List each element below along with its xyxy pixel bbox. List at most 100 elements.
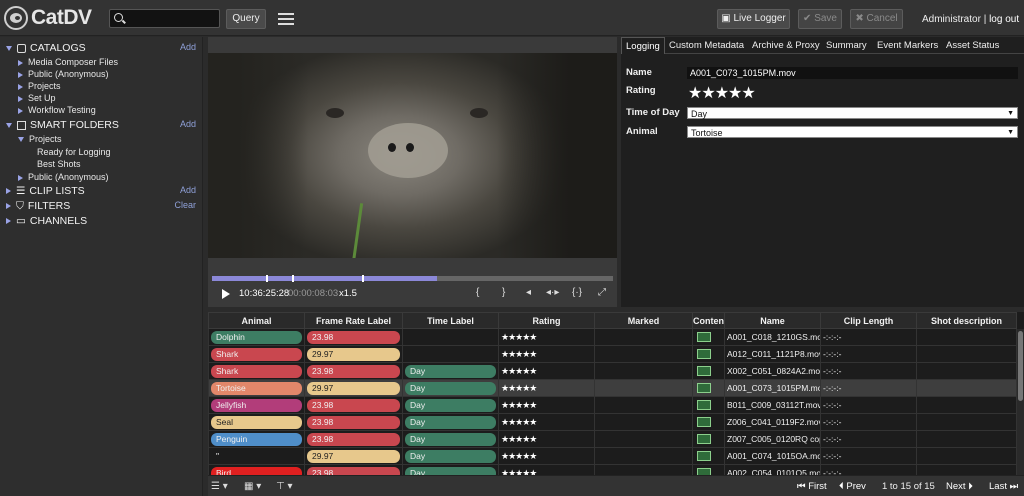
cell-rating[interactable]: ★★★★★ bbox=[498, 396, 595, 414]
cell-animal[interactable]: Seal bbox=[208, 413, 305, 431]
clip-lists-header[interactable]: ☰ CLIP LISTS bbox=[6, 185, 85, 198]
cell-animal[interactable]: Penguin bbox=[208, 430, 305, 448]
cancel-button[interactable]: ✖ Cancel bbox=[850, 9, 903, 29]
live-logger-button[interactable]: ▣ Live Logger bbox=[717, 9, 790, 29]
cell-marked[interactable] bbox=[594, 379, 693, 397]
grid-scrollbar[interactable] bbox=[1017, 329, 1024, 475]
cell-marked[interactable] bbox=[594, 328, 693, 346]
table-row[interactable]: Tortoise 29.97 Day ★★★★★ A001_C073_1015PM.mo… bbox=[208, 379, 1017, 397]
thumbnail-icon[interactable] bbox=[697, 434, 711, 445]
table-row[interactable]: Seal 23.98 Day ★★★★★ Z006_C041_0119F2.mov -:-… bbox=[208, 413, 1017, 431]
cell-frame-rate[interactable]: 29.97 bbox=[304, 447, 403, 465]
column-header-clip-length[interactable]: Clip Length bbox=[820, 312, 917, 329]
thumbnail-icon[interactable] bbox=[697, 383, 711, 394]
cell-marked[interactable] bbox=[594, 345, 693, 363]
tab-custom-metadata[interactable]: Custom Metadata bbox=[669, 40, 744, 51]
cell-shot-description[interactable] bbox=[916, 464, 1017, 475]
cell-frame-rate[interactable]: 23.98 bbox=[304, 396, 403, 414]
cell-animal[interactable]: Shark bbox=[208, 345, 305, 363]
cell-time-label[interactable] bbox=[402, 345, 499, 363]
cell-frame-rate[interactable]: 23.98 bbox=[304, 362, 403, 380]
sidebar-item-sf-public[interactable]: Public (Anonymous) bbox=[18, 171, 109, 184]
channels-header[interactable]: ▭ CHANNELS bbox=[6, 215, 87, 228]
thumbnail-icon[interactable] bbox=[697, 366, 711, 377]
cell-content[interactable] bbox=[692, 430, 725, 448]
column-header-time-label[interactable]: Time Label bbox=[402, 312, 499, 329]
search-input[interactable] bbox=[109, 9, 220, 28]
query-button[interactable]: Query bbox=[226, 9, 266, 29]
cell-content[interactable] bbox=[692, 328, 725, 346]
cell-frame-rate[interactable]: 29.97 bbox=[304, 345, 403, 363]
cell-time-label[interactable] bbox=[402, 328, 499, 346]
cell-name[interactable]: A001_C073_1015PM.mov bbox=[724, 379, 821, 397]
cell-name[interactable]: A001_C018_1210GS.mov bbox=[724, 328, 821, 346]
cell-time-label[interactable]: Day bbox=[402, 379, 499, 397]
hamburger-menu-icon[interactable] bbox=[278, 13, 294, 25]
cell-shot-description[interactable] bbox=[916, 430, 1017, 448]
cell-clip-length[interactable]: -:-:-:- bbox=[820, 379, 917, 397]
cell-rating[interactable]: ★★★★★ bbox=[498, 413, 595, 431]
cell-rating[interactable]: ★★★★★ bbox=[498, 379, 595, 397]
cell-marked[interactable] bbox=[594, 396, 693, 414]
playback-speed[interactable]: x1.5 bbox=[339, 288, 357, 299]
cell-marked[interactable] bbox=[594, 464, 693, 475]
sidebar-item-sf-projects[interactable]: Projects bbox=[18, 133, 62, 146]
cell-time-label[interactable]: Day bbox=[402, 396, 499, 414]
table-row[interactable]: Dolphin 23.98 ★★★★★ A001_C018_1210GS.mov -:-… bbox=[208, 328, 1017, 346]
cell-frame-rate[interactable]: 23.98 bbox=[304, 464, 403, 475]
cell-animal[interactable]: Tortoise bbox=[208, 379, 305, 397]
grid-view-icon[interactable]: ▦ ▾ bbox=[244, 481, 261, 492]
cell-frame-rate[interactable]: 23.98 bbox=[304, 328, 403, 346]
column-header-marked[interactable]: Marked bbox=[594, 312, 693, 329]
column-header-frame-rate[interactable]: Frame Rate Label bbox=[304, 312, 403, 329]
cell-content[interactable] bbox=[692, 379, 725, 397]
clip-lists-add-link[interactable]: Add bbox=[180, 185, 196, 195]
save-button[interactable]: ✔ Save bbox=[798, 9, 842, 29]
cell-rating[interactable]: ★★★★★ bbox=[498, 447, 595, 465]
prev-page-button[interactable]: ⏴ Prev bbox=[839, 481, 866, 492]
cell-clip-length[interactable]: -:-:-:- bbox=[820, 430, 917, 448]
cell-animal[interactable]: Shark bbox=[208, 362, 305, 380]
thumbnail-icon[interactable] bbox=[697, 468, 711, 475]
smart-folders-add-link[interactable]: Add bbox=[180, 119, 196, 129]
tab-asset-status[interactable]: Asset Status bbox=[946, 40, 999, 51]
cell-time-label[interactable]: Day bbox=[402, 430, 499, 448]
cell-content[interactable] bbox=[692, 464, 725, 475]
mark-out-icon[interactable]: } bbox=[502, 287, 505, 298]
cell-name[interactable]: Z006_C041_0119F2.mov bbox=[724, 413, 821, 431]
cell-rating[interactable]: ★★★★★ bbox=[498, 362, 595, 380]
column-settings-icon[interactable]: ⊤ ▾ bbox=[276, 481, 293, 492]
timeline-marker[interactable] bbox=[266, 275, 268, 282]
scrollbar-thumb[interactable] bbox=[1018, 331, 1023, 401]
cell-animal[interactable]: Dolphin bbox=[208, 328, 305, 346]
cell-marked[interactable] bbox=[594, 430, 693, 448]
table-row[interactable]: " 29.97 Day ★★★★★ A001_C074_1015OA.mov -:-:-:… bbox=[208, 447, 1017, 465]
cell-marked[interactable] bbox=[594, 413, 693, 431]
fullscreen-icon[interactable]: ⤢ bbox=[598, 287, 606, 298]
cell-shot-description[interactable] bbox=[916, 413, 1017, 431]
tab-summary[interactable]: Summary bbox=[826, 40, 867, 51]
table-row[interactable]: Jellyfish 23.98 Day ★★★★★ B011_C009_03112T.m… bbox=[208, 396, 1017, 414]
cell-clip-length[interactable]: -:-:-:- bbox=[820, 328, 917, 346]
cell-content[interactable] bbox=[692, 413, 725, 431]
timeline-marker[interactable] bbox=[292, 275, 294, 282]
animal-select[interactable]: Tortoise bbox=[687, 126, 1018, 139]
thumbnail-icon[interactable] bbox=[697, 400, 711, 411]
cell-rating[interactable]: ★★★★★ bbox=[498, 345, 595, 363]
catalogs-add-link[interactable]: Add bbox=[180, 42, 196, 52]
cell-frame-rate[interactable]: 29.97 bbox=[304, 379, 403, 397]
tab-logging[interactable]: Logging bbox=[621, 37, 665, 54]
column-header-rating[interactable]: Rating bbox=[498, 312, 595, 329]
first-page-button[interactable]: ⏮ First bbox=[797, 481, 827, 492]
video-frame[interactable] bbox=[208, 53, 617, 258]
table-row[interactable]: Penguin 23.98 Day ★★★★★ Z007_C005_0120RQ cop… bbox=[208, 430, 1017, 448]
subclip-icon[interactable]: {·} bbox=[572, 287, 582, 298]
cell-content[interactable] bbox=[692, 345, 725, 363]
cell-animal[interactable]: Bird bbox=[208, 464, 305, 475]
cell-frame-rate[interactable]: 23.98 bbox=[304, 430, 403, 448]
cell-name[interactable]: X002_C051_0824A2.mov bbox=[724, 362, 821, 380]
column-header-animal[interactable]: Animal bbox=[208, 312, 305, 329]
cell-clip-length[interactable]: -:-:-:- bbox=[820, 447, 917, 465]
cell-time-label[interactable]: Day bbox=[402, 464, 499, 475]
cell-shot-description[interactable] bbox=[916, 379, 1017, 397]
